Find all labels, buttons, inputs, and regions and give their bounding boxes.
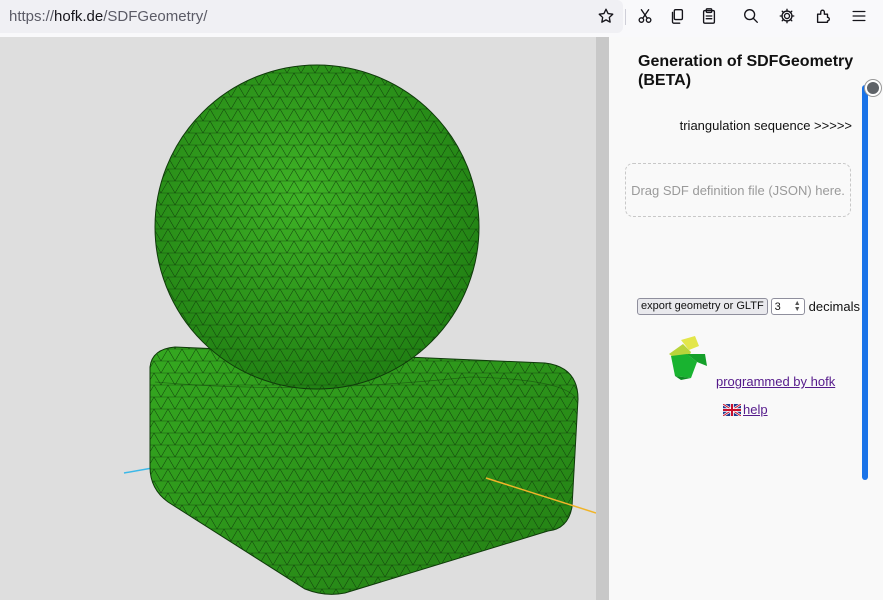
toolbar-divider: [625, 9, 626, 25]
url-text[interactable]: https://hofk.de/SDFGeometry/: [9, 8, 207, 25]
extensions-icon[interactable]: [812, 5, 834, 27]
panel-divider[interactable]: [596, 37, 609, 600]
control-panel: Generation of SDFGeometry (BETA) triangu…: [609, 37, 883, 600]
export-button[interactable]: export geometry or GLTF: [637, 298, 768, 315]
help-link[interactable]: help: [723, 402, 768, 417]
triangulation-sequence-link[interactable]: triangulation sequence >>>>>: [680, 118, 852, 133]
copy-icon[interactable]: [666, 5, 688, 27]
decimals-label: decimals: [808, 299, 860, 314]
search-icon[interactable]: [740, 5, 762, 27]
uk-flag-icon: [723, 403, 741, 416]
paste-icon[interactable]: [698, 5, 720, 27]
cut-icon[interactable]: [634, 5, 656, 27]
page-title: Generation of SDFGeometry (BETA): [638, 53, 854, 89]
spinner-icon[interactable]: ▲ ▼: [794, 300, 801, 313]
3d-viewport[interactable]: [0, 37, 596, 600]
settings-gear-icon[interactable]: [776, 5, 798, 27]
scrollbar-track[interactable]: [862, 85, 868, 480]
menu-icon[interactable]: [848, 5, 870, 27]
programmed-by-link[interactable]: programmed by hofk: [716, 374, 835, 389]
decimals-value: 3: [774, 300, 781, 313]
address-bar[interactable]: https://hofk.de/SDFGeometry/: [0, 0, 623, 33]
bookmark-star-icon[interactable]: [595, 5, 617, 27]
sphere-mesh: [154, 64, 480, 390]
export-row: export geometry or GLTF 3 ▲ ▼ decimals: [637, 298, 860, 315]
rounded-box-mesh: [149, 346, 579, 595]
hofk-logo: [669, 336, 707, 380]
json-dropzone[interactable]: Drag SDF definition file (JSON) here.: [625, 163, 851, 217]
browser-toolbar: https://hofk.de/SDFGeometry/: [0, 0, 883, 33]
help-label: help: [743, 402, 768, 417]
dropzone-text: Drag SDF definition file (JSON) here.: [631, 182, 845, 198]
scrollbar-thumb[interactable]: [865, 80, 881, 96]
decimals-input[interactable]: 3 ▲ ▼: [770, 298, 805, 315]
